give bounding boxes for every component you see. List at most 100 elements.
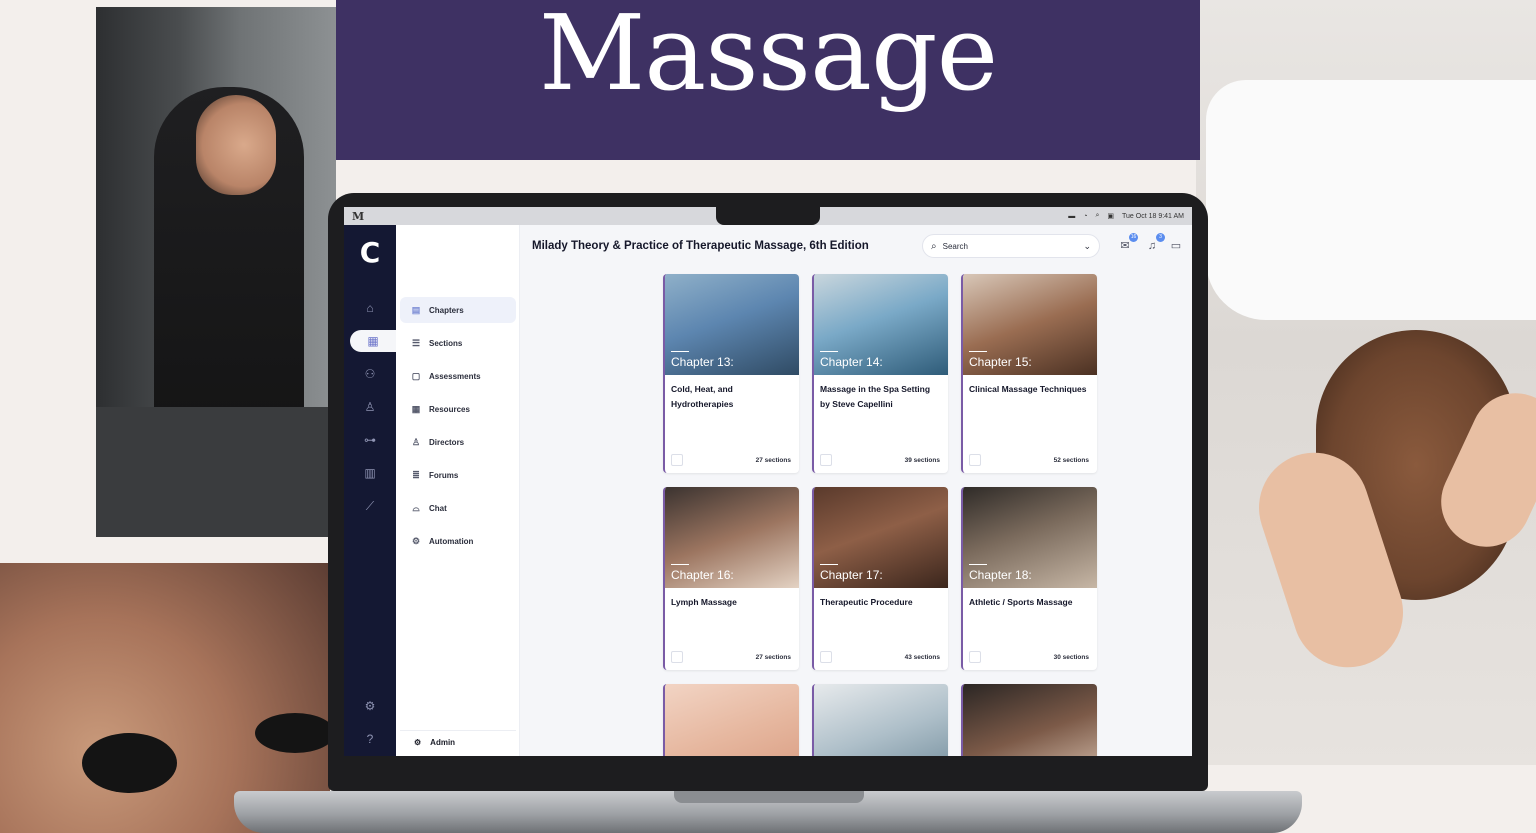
chapter-image bbox=[814, 684, 948, 756]
groups-icon[interactable]: ⚇ bbox=[358, 363, 382, 385]
search-placeholder: Search bbox=[942, 241, 968, 251]
chapter-card[interactable]: Chapter 18: Athletic / Sports Massage 30… bbox=[961, 487, 1097, 670]
chapter-sections-count: 27 sections bbox=[755, 654, 791, 661]
subnav-item-forums[interactable]: ≣ Forums bbox=[400, 462, 516, 488]
subnav-label: Resources bbox=[429, 404, 470, 414]
chapter-card[interactable] bbox=[812, 684, 948, 756]
laptop-notch bbox=[674, 791, 864, 803]
laptop-base bbox=[234, 791, 1302, 833]
laptop-screen: M ▬ ◔ ⌕ ▣ Tue Oct 18 9:41 AM C ⌂ ▦ ⚇ ♙ ⊶… bbox=[344, 207, 1192, 756]
subnav-label: Forums bbox=[429, 470, 459, 480]
photo-counter bbox=[96, 407, 336, 537]
search-input[interactable]: ⌕ Search ⌄ bbox=[922, 234, 1100, 258]
directors-icon: ♙ bbox=[411, 436, 421, 447]
subnav-item-chapters[interactable]: ▤ Chapters bbox=[400, 297, 516, 323]
chevron-down-icon[interactable]: ⌄ bbox=[1083, 241, 1091, 252]
chapter-card[interactable]: Chapter 13: Cold, Heat, and Hydrotherapi… bbox=[663, 274, 799, 473]
chapter-checkbox[interactable] bbox=[671, 651, 683, 663]
subnav-label: Directors bbox=[429, 437, 465, 447]
chapter-card[interactable]: Chapter 17: Therapeutic Procedure 43 sec… bbox=[812, 487, 948, 670]
subnav-label: Assessments bbox=[429, 371, 481, 381]
chapter-number: Chapter 16: bbox=[671, 568, 734, 582]
chapter-card[interactable] bbox=[663, 684, 799, 756]
chapter-sections-count: 27 sections bbox=[755, 457, 791, 464]
banner-title: Massage bbox=[538, 0, 998, 114]
settings-icon[interactable]: ⚙ bbox=[358, 695, 382, 717]
chapter-sections-count: 43 sections bbox=[904, 654, 940, 661]
library-icon[interactable]: ▥ bbox=[358, 462, 382, 484]
subnav-item-resources[interactable]: ▦ Resources bbox=[400, 396, 516, 422]
chapter-divider bbox=[671, 564, 689, 565]
chapter-divider bbox=[969, 351, 987, 352]
search-icon: ⌕ bbox=[1095, 212, 1100, 219]
chat-icon: ⌓ bbox=[412, 502, 420, 513]
chapter-checkbox[interactable] bbox=[671, 454, 683, 466]
chapter-card[interactable] bbox=[961, 684, 1097, 756]
user-icon[interactable]: ♙ bbox=[358, 396, 382, 418]
chapter-title: Cold, Heat, and Hydrotherapies bbox=[671, 384, 734, 409]
sections-icon: ☰ bbox=[411, 337, 421, 348]
course-subnav: ▤ Chapters ☰ Sections ▢ Assessments ▦ Re… bbox=[396, 225, 520, 756]
wifi-icon: ◔ bbox=[1083, 212, 1088, 220]
hierarchy-icon[interactable]: ⊶ bbox=[358, 429, 382, 451]
icon-rail: C ⌂ ▦ ⚇ ♙ ⊶ ▥ ⟋ ⚙ ? bbox=[344, 225, 396, 756]
app-window: C ⌂ ▦ ⚇ ♙ ⊶ ▥ ⟋ ⚙ ? ▤ Chapters ☰ Section… bbox=[344, 225, 1192, 756]
photo-head bbox=[196, 95, 276, 195]
chapter-divider bbox=[671, 351, 689, 352]
automation-icon: ⚙ bbox=[411, 535, 421, 546]
home-icon[interactable]: ⌂ bbox=[358, 297, 382, 319]
chapter-divider bbox=[820, 351, 838, 352]
admin-button[interactable]: ⚙ Admin bbox=[400, 730, 516, 754]
app-logo[interactable]: C bbox=[356, 239, 384, 267]
assessments-icon: ▢ bbox=[411, 370, 421, 381]
chapter-checkbox[interactable] bbox=[969, 651, 981, 663]
help-icon[interactable]: ? bbox=[358, 728, 382, 750]
chapter-image bbox=[963, 684, 1097, 756]
chapter-sections-count: 52 sections bbox=[1053, 457, 1089, 464]
resources-icon: ▦ bbox=[411, 403, 421, 414]
calendar-icon[interactable]: ▭ bbox=[1168, 238, 1184, 254]
chapter-divider bbox=[969, 564, 987, 565]
bell-icon[interactable]: ♫ 3 bbox=[1144, 233, 1165, 254]
subnav-item-assessments[interactable]: ▢ Assessments bbox=[400, 363, 516, 389]
admin-label: Admin bbox=[430, 738, 456, 747]
chapter-number: Chapter 18: bbox=[969, 568, 1032, 582]
chapter-number: Chapter 17: bbox=[820, 568, 883, 582]
subnav-item-chat[interactable]: ⌓ Chat bbox=[400, 495, 516, 521]
search-icon: ⌕ bbox=[931, 240, 937, 252]
control-center-icon: ▣ bbox=[1107, 213, 1114, 220]
main-content: Milady Theory & Practice of Therapeutic … bbox=[520, 225, 1192, 756]
inbox-badge: 16 bbox=[1129, 233, 1138, 242]
chapter-title: Athletic / Sports Massage bbox=[969, 597, 1073, 607]
subnav-label: Chapters bbox=[429, 305, 464, 315]
chapter-card[interactable]: Chapter 14: Massage in the Spa Setting b… bbox=[812, 274, 948, 473]
chapter-checkbox[interactable] bbox=[969, 454, 981, 466]
laptop-bezel bbox=[344, 756, 1192, 768]
menubar-logo: M bbox=[352, 209, 365, 223]
camera-notch bbox=[716, 207, 820, 225]
subnav-item-automation[interactable]: ⚙ Automation bbox=[400, 528, 516, 554]
mac-menubar: M ▬ ◔ ⌕ ▣ Tue Oct 18 9:41 AM bbox=[344, 207, 1192, 225]
battery-icon: ▬ bbox=[1068, 212, 1076, 220]
chapters-icon: ▤ bbox=[411, 304, 421, 315]
subnav-item-directors[interactable]: ♙ Directors bbox=[400, 429, 516, 455]
menubar-status: ▬ ◔ ⌕ ▣ Tue Oct 18 9:41 AM bbox=[1068, 212, 1184, 220]
chapter-card[interactable]: Chapter 15: Clinical Massage Techniques … bbox=[961, 274, 1097, 473]
subnav-item-sections[interactable]: ☰ Sections bbox=[400, 330, 516, 356]
chapter-card[interactable]: Chapter 16: Lymph Massage 27 sections bbox=[663, 487, 799, 670]
courses-icon[interactable]: ▦ bbox=[350, 330, 396, 352]
photo-therapist-portrait bbox=[96, 7, 336, 537]
chapter-number: Chapter 13: bbox=[671, 355, 734, 369]
chapter-sections-count: 39 sections bbox=[904, 457, 940, 464]
inbox-icon[interactable]: ✉ 16 bbox=[1117, 233, 1138, 254]
photo-stone bbox=[82, 733, 177, 793]
chapter-checkbox[interactable] bbox=[820, 454, 832, 466]
subnav-label: Sections bbox=[429, 338, 463, 348]
analytics-icon[interactable]: ⟋ bbox=[358, 495, 382, 517]
chapter-title: Massage in the Spa Setting by Steve Cape… bbox=[820, 384, 931, 409]
photo-towel bbox=[1206, 80, 1536, 320]
chapter-checkbox[interactable] bbox=[820, 651, 832, 663]
course-title: Milady Theory & Practice of Therapeutic … bbox=[532, 240, 869, 252]
gear-icon: ⚙ bbox=[414, 738, 422, 747]
title-banner: Massage bbox=[336, 0, 1200, 160]
